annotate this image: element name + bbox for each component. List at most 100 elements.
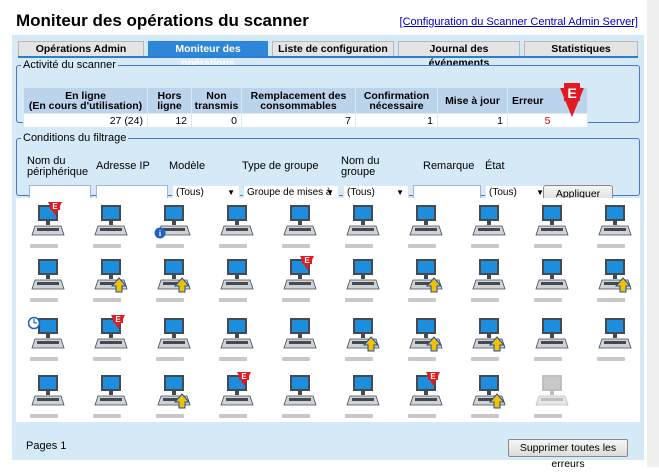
scanner-name-label [282,298,310,302]
value-not-sent[interactable]: 0 [191,113,242,128]
value-update[interactable]: 1 [437,113,508,128]
scanner-name-label [156,357,184,361]
tab-statistics[interactable]: Statistiques [524,41,638,56]
scanner-icon[interactable] [343,372,387,424]
scanner-update-icon[interactable] [154,372,198,424]
page-title: Moniteur des opérations du scanner [16,11,309,30]
scanner-name-label [471,244,499,248]
tab-bar: Opérations Admin Moniteur des opérations… [18,41,638,69]
scanner-disabled-icon[interactable] [532,372,576,424]
scanner-name-label [219,244,247,248]
scanner-name-label [219,357,247,361]
value-consumables[interactable]: 7 [241,113,356,128]
svg-text:E: E [52,202,58,211]
scanner-name-label [408,357,436,361]
scanner-name-label [345,414,373,418]
scanner-update-icon[interactable] [154,256,198,308]
scanner-icon[interactable] [343,202,387,254]
scanner-update-icon[interactable] [406,315,450,367]
scanner-scheduled-icon[interactable] [28,315,72,367]
filter-legend: Conditions du filtrage [23,132,127,144]
filter-conditions-panel: Conditions du filtrage Nom du périphériqu… [16,132,640,203]
header-offline: Hors ligne [147,87,192,114]
scanner-name-label [93,357,121,361]
scanner-icon[interactable] [280,315,324,367]
value-offline[interactable]: 12 [147,113,192,128]
scanner-icon[interactable] [91,372,135,424]
header-confirmation: Confirmation nécessaire [355,87,438,114]
vertical-scrollbar[interactable] [647,0,659,467]
tab-operations-monitor[interactable]: Moniteur des opérations [148,41,268,69]
scanner-icon[interactable] [469,202,513,254]
tab-configuration-list[interactable]: Liste de configuration [272,41,394,56]
scanner-name-label [471,357,499,361]
value-confirmation[interactable]: 1 [355,113,438,128]
scanner-icon[interactable] [28,256,72,308]
scanner-update-icon[interactable] [406,256,450,308]
scanner-icon[interactable] [28,372,72,424]
scanner-icon[interactable] [343,256,387,308]
scanner-update-icon[interactable] [469,372,513,424]
scanner-icon[interactable] [532,315,576,367]
scanner-icon[interactable] [217,202,261,254]
scanner-name-label [156,298,184,302]
scanner-icon[interactable] [91,202,135,254]
scanner-icon[interactable] [595,315,639,367]
scanner-error-icon[interactable]: E [28,202,72,254]
page-indicator: Pages 1 [26,440,67,452]
label-device-name: Nom du périphérique [27,155,89,178]
scanner-icon[interactable] [469,256,513,308]
scanner-update-icon[interactable] [91,256,135,308]
scanner-name-label [408,244,436,248]
svg-text:E: E [567,85,576,101]
label-model: Modèle [169,160,206,172]
scanner-name-label [30,298,58,302]
config-server-link[interactable]: [Configuration du Scanner Central Admin … [400,16,638,28]
scanner-icon[interactable] [595,202,639,254]
scanner-update-icon[interactable] [595,256,639,308]
scanner-name-label [408,414,436,418]
scanner-name-label [30,244,58,248]
scanner-icon[interactable] [217,315,261,367]
scanner-icon[interactable] [154,315,198,367]
scanner-info-icon[interactable]: i [154,202,198,254]
value-online[interactable]: 27 (24) [23,113,148,128]
scanner-name-label [282,244,310,248]
scanner-name-label [597,357,625,361]
scanner-name-label [156,414,184,418]
clear-all-errors-button[interactable]: Supprimer toutes les erreurs [508,439,628,470]
scanner-name-label [471,414,499,418]
svg-text:E: E [430,372,436,381]
scanner-icon[interactable] [532,202,576,254]
scanner-name-label [534,298,562,302]
scanner-name-label [282,414,310,418]
scanner-name-label [597,244,625,248]
header-update: Mise à jour [437,87,508,114]
scanner-icon[interactable] [406,202,450,254]
tab-event-log[interactable]: Journal des événements [398,41,520,69]
scanner-icon[interactable] [280,202,324,254]
page-header: Moniteur des opérations du scanner [Conf… [12,5,644,35]
label-ip-address: Adresse IP [96,160,150,172]
scanner-update-icon[interactable] [343,315,387,367]
label-group-type: Type de groupe [242,160,319,172]
scanner-icon[interactable] [532,256,576,308]
scanner-name-label [219,414,247,418]
scanner-update-icon[interactable] [469,315,513,367]
scanner-error-icon[interactable]: E [406,372,450,424]
scanner-name-label [156,244,184,248]
svg-text:E: E [304,256,310,265]
scanner-name-label [93,414,121,418]
tab-admin-operations[interactable]: Opérations Admin [18,41,144,56]
scanner-grid: Ei E E E E [16,198,640,422]
scanner-name-label [30,414,58,418]
scanner-error-icon[interactable]: E [91,315,135,367]
monitor-frame: Moniteur des opérations du scanner [Conf… [12,5,644,470]
scanner-error-icon[interactable]: E [217,372,261,424]
scanner-name-label [534,244,562,248]
scanner-icon[interactable] [280,372,324,424]
scanner-icon[interactable] [217,256,261,308]
scanner-error-icon[interactable]: E [280,256,324,308]
svg-text:E: E [115,315,121,324]
scanner-name-label [30,357,58,361]
